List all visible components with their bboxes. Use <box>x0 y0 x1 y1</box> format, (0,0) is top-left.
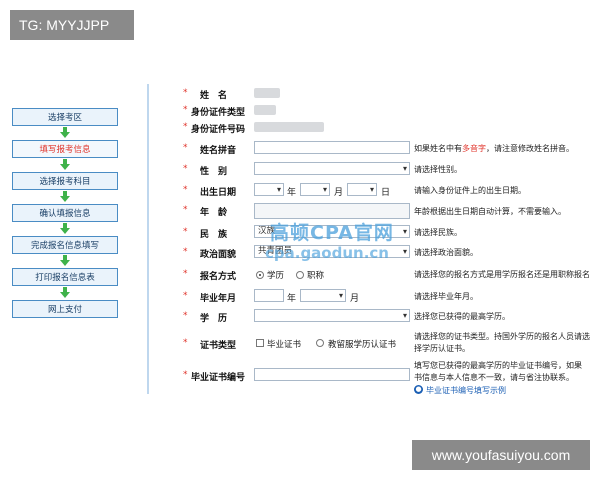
idnum-value-redacted <box>254 122 324 132</box>
overlay-watermark-url: cpa.gaodun.cn <box>265 244 389 262</box>
down-arrow-icon <box>12 190 118 204</box>
nation-label: 民 族 <box>200 230 228 240</box>
required-star: * <box>183 227 188 237</box>
required-star: * <box>183 311 188 321</box>
info-icon: ● <box>414 385 423 394</box>
step-select-exam-area[interactable]: 选择考区 <box>12 108 118 126</box>
grad-month-unit: 月 <box>350 294 360 304</box>
grad-year-unit: 年 <box>287 294 297 304</box>
age-input <box>254 203 410 219</box>
grad-month-select[interactable] <box>300 289 346 302</box>
required-star: * <box>183 205 188 215</box>
certnum-hint-line2: 书信息与本人信息不一致，请与省注协联系。 <box>414 373 574 382</box>
birth-label: 出生日期 <box>200 188 237 198</box>
method-option-education: 学历 <box>267 271 285 281</box>
required-star: * <box>183 105 188 115</box>
required-star: * <box>183 143 188 153</box>
birth-month-select[interactable] <box>300 183 330 196</box>
required-star: * <box>183 122 188 132</box>
method-option-title: 职称 <box>307 271 325 281</box>
required-star: * <box>183 164 188 174</box>
certnum-input[interactable] <box>254 368 410 381</box>
registration-steps: 选择考区 填写报考信息 选择报考科目 确认填报信息 完成报名信息填写 打印报名信… <box>12 108 118 318</box>
required-star: * <box>183 88 188 98</box>
grad-hint: 请选择毕业年月。 <box>414 292 478 301</box>
cert-option-diploma: 毕业证书 <box>267 340 302 350</box>
cert-checkbox-diploma[interactable] <box>256 339 264 347</box>
step-complete-info[interactable]: 完成报名信息填写 <box>12 236 118 254</box>
edu-hint: 选择您已获得的最高学历。 <box>414 312 510 321</box>
step-confirm-info[interactable]: 确认填报信息 <box>12 204 118 222</box>
certnum-label: 毕业证书编号 <box>191 373 246 383</box>
birth-day-select[interactable] <box>347 183 377 196</box>
step-fill-exam-info[interactable]: 填写报考信息 <box>12 140 118 158</box>
pinyin-label: 姓名拼音 <box>200 146 237 156</box>
birth-day-unit: 日 <box>381 188 391 198</box>
pinyin-input[interactable] <box>254 141 410 154</box>
pinyin-hint: 如果姓名中有多音字，请注意修改姓名拼音。 <box>414 144 574 153</box>
down-arrow-icon <box>12 158 118 172</box>
down-arrow-icon <box>12 254 118 268</box>
certnum-hint-line1: 填写您已获得的最高学历的毕业证书编号，如果 <box>414 361 582 370</box>
required-star: * <box>183 185 188 195</box>
gender-label: 性 别 <box>200 167 228 177</box>
overlay-watermark-title: 高顿CPA官网 <box>270 222 394 244</box>
method-label: 报名方式 <box>200 272 237 282</box>
cert-option-overseas: 教留服学历认证书 <box>328 340 397 350</box>
edu-label: 学 历 <box>200 314 228 324</box>
required-star: * <box>183 291 188 301</box>
tg-tag-label: TG: MYYJJPP <box>10 10 134 40</box>
step-select-subjects[interactable]: 选择报考科目 <box>12 172 118 190</box>
birth-hint: 请输入身份证件上的出生日期。 <box>414 186 526 195</box>
age-label: 年 龄 <box>200 208 228 218</box>
method-radio-education[interactable] <box>256 271 264 279</box>
site-watermark: www.youfasuiyou.com <box>412 440 590 470</box>
required-star: * <box>183 370 188 380</box>
edu-select[interactable] <box>254 309 410 322</box>
required-star: * <box>183 247 188 257</box>
gender-select[interactable] <box>254 162 410 175</box>
grad-year-input[interactable] <box>254 289 284 302</box>
name-label: 姓 名 <box>200 91 228 101</box>
method-radio-title[interactable] <box>296 271 304 279</box>
cert-label: 证书类型 <box>200 341 237 351</box>
cert-radio-overseas[interactable] <box>316 339 324 347</box>
step-print-form[interactable]: 打印报名信息表 <box>12 268 118 286</box>
nation-hint: 请选择民族。 <box>414 228 462 237</box>
name-value-redacted <box>254 88 280 98</box>
age-hint: 年龄根据出生日期自动计算，不需要输入。 <box>414 207 566 216</box>
grad-label: 毕业年月 <box>200 294 237 304</box>
down-arrow-icon <box>12 286 118 300</box>
gender-hint: 请选择性别。 <box>414 165 462 174</box>
down-arrow-icon <box>12 126 118 140</box>
idtype-value-redacted <box>254 105 276 115</box>
birth-month-unit: 月 <box>334 188 344 198</box>
method-hint: 请选择您的报名方式是用学历报名还是用职称报名 <box>414 270 590 279</box>
divider <box>147 84 149 394</box>
required-star: * <box>183 338 188 348</box>
cert-hint-line2: 择学历认证书。 <box>414 344 470 353</box>
idtype-label: 身份证件类型 <box>191 108 246 118</box>
politics-hint: 请选择政治面貌。 <box>414 248 478 257</box>
required-star: * <box>183 269 188 279</box>
politics-label: 政治面貌 <box>200 250 237 260</box>
cert-hint-line1: 请选择您的证书类型。持国外学历的报名人员请选 <box>414 332 590 341</box>
birth-year-select[interactable] <box>254 183 284 196</box>
idnum-label: 身份证件号码 <box>191 125 246 135</box>
birth-year-unit: 年 <box>287 188 297 198</box>
certnum-example-link[interactable]: 毕业证书编号填写示例 <box>426 385 506 396</box>
down-arrow-icon <box>12 222 118 236</box>
step-online-payment[interactable]: 网上支付 <box>12 300 118 318</box>
